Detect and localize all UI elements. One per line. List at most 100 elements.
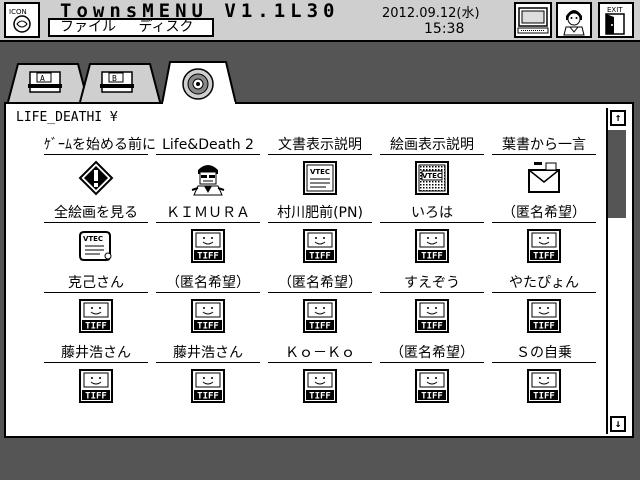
- cd-disc-icon: [182, 68, 214, 100]
- file-item-label: 葉書から一言: [502, 137, 586, 153]
- file-item-label: （匿名希望）: [390, 345, 474, 361]
- tiff-icon[interactable]: TIFF: [414, 298, 450, 334]
- svg-text:B: B: [112, 74, 117, 83]
- file-item-label: 村川肥前(PN): [277, 205, 363, 221]
- vtec-scroll-icon[interactable]: VTEC: [78, 228, 114, 264]
- file-item-label: 文書表示説明: [278, 137, 362, 153]
- vertical-scrollbar[interactable]: ↑ ↓: [606, 108, 626, 434]
- file-item[interactable]: 葉書から一言: [492, 136, 596, 202]
- file-item-label: 藤井浩さん: [61, 345, 131, 361]
- exit-button[interactable]: EXIT: [598, 2, 634, 38]
- svg-text:ICON: ICON: [9, 8, 27, 16]
- file-item-label: 全絵画を見る: [54, 205, 138, 221]
- tiff-icon[interactable]: TIFF: [302, 368, 338, 404]
- floppy-b-icon: B: [100, 71, 134, 93]
- icon-logo-icon: ICON: [9, 8, 31, 33]
- tiff-icon[interactable]: TIFF: [78, 298, 114, 334]
- label-underline: [380, 154, 484, 155]
- scroll-down-arrow-icon[interactable]: ↓: [610, 416, 626, 432]
- user-icon: [563, 10, 585, 36]
- label-underline: [380, 222, 484, 223]
- label-underline: [156, 154, 260, 155]
- file-item[interactable]: すえぞう TIFF: [380, 274, 484, 340]
- tiff-icon[interactable]: TIFF: [526, 228, 562, 264]
- time-display: 15:38: [424, 21, 465, 37]
- label-underline: [156, 292, 260, 293]
- tiff-icon[interactable]: TIFF: [190, 298, 226, 334]
- svg-text:TIFF: TIFF: [197, 322, 219, 332]
- current-path: LIFE_DEATHI ¥: [16, 110, 118, 125]
- svg-text:TIFF: TIFF: [85, 392, 107, 402]
- vtec-picture-icon[interactable]: VTEC: [414, 160, 450, 196]
- label-underline: [492, 362, 596, 363]
- file-item-label: ＫＩＭＵＲＡ: [166, 205, 250, 221]
- tiff-icon[interactable]: TIFF: [190, 228, 226, 264]
- file-item[interactable]: Life&Death 2: [156, 136, 260, 202]
- file-item-label: Ｓの自乗: [516, 345, 572, 361]
- tiff-icon[interactable]: TIFF: [302, 228, 338, 264]
- tiff-icon[interactable]: TIFF: [526, 298, 562, 334]
- file-item-label: いろは: [411, 205, 453, 221]
- icon-menu-button[interactable]: ICON: [4, 2, 40, 38]
- svg-text:TIFF: TIFF: [309, 322, 331, 332]
- label-underline: [268, 292, 372, 293]
- svg-text:A: A: [40, 74, 45, 83]
- file-item[interactable]: Ｓの自乗 TIFF: [492, 344, 596, 410]
- label-underline: [44, 222, 148, 223]
- scrollbar-thumb[interactable]: [608, 130, 626, 218]
- tiff-icon[interactable]: TIFF: [190, 368, 226, 404]
- label-underline: [492, 222, 596, 223]
- tiff-icon[interactable]: TIFF: [302, 298, 338, 334]
- svg-text:TIFF: TIFF: [309, 252, 331, 262]
- file-item[interactable]: Ｋｏ－Ｋｏ TIFF: [268, 344, 372, 410]
- file-item-label: やたぴょん: [509, 275, 579, 291]
- file-item[interactable]: ＫＩＭＵＲＡ TIFF: [156, 204, 260, 270]
- user-button[interactable]: [556, 2, 592, 38]
- vtec-document-icon[interactable]: VTEC: [302, 160, 338, 196]
- tiff-icon[interactable]: TIFF: [526, 368, 562, 404]
- file-item[interactable]: 藤井浩さん TIFF: [156, 344, 260, 410]
- file-item[interactable]: 絵画表示説明 VTEC: [380, 136, 484, 202]
- file-item-label: （匿名希望）: [502, 205, 586, 221]
- tiff-icon[interactable]: TIFF: [414, 368, 450, 404]
- svg-text:TIFF: TIFF: [421, 392, 443, 402]
- svg-text:VTEC: VTEC: [83, 235, 103, 243]
- menu-bar: ファイル ディスク: [48, 18, 214, 37]
- file-item[interactable]: いろは TIFF: [380, 204, 484, 270]
- file-item[interactable]: 文書表示説明 VTEC: [268, 136, 372, 202]
- file-item[interactable]: 克己さん TIFF: [44, 274, 148, 340]
- tab-drive-b[interactable]: B: [78, 60, 162, 104]
- menu-file[interactable]: ファイル: [60, 19, 116, 35]
- tiff-icon[interactable]: TIFF: [414, 228, 450, 264]
- svg-text:TIFF: TIFF: [421, 322, 443, 332]
- label-underline: [380, 292, 484, 293]
- file-item[interactable]: （匿名希望） TIFF: [268, 274, 372, 340]
- scroll-up-arrow-icon[interactable]: ↑: [610, 110, 626, 126]
- file-item-label: すえぞう: [404, 275, 460, 291]
- file-item[interactable]: 村川肥前(PN) TIFF: [268, 204, 372, 270]
- svg-text:EXIT: EXIT: [607, 6, 623, 14]
- doctor-icon[interactable]: [190, 160, 226, 196]
- file-item-label: Ｋｏ－Ｋｏ: [285, 345, 355, 361]
- label-underline: [492, 292, 596, 293]
- postcard-icon[interactable]: [526, 160, 562, 196]
- file-item[interactable]: やたぴょん TIFF: [492, 274, 596, 340]
- file-item[interactable]: （匿名希望） TIFF: [156, 274, 260, 340]
- file-item[interactable]: 全絵画を見る VTEC: [44, 204, 148, 270]
- file-item[interactable]: （匿名希望） TIFF: [492, 204, 596, 270]
- tiff-icon[interactable]: TIFF: [78, 368, 114, 404]
- svg-text:TIFF: TIFF: [533, 252, 555, 262]
- file-item-label: 藤井浩さん: [173, 345, 243, 361]
- computer-button[interactable]: [514, 2, 552, 38]
- menu-disk[interactable]: ディスク: [138, 19, 193, 35]
- tab-drive-cd[interactable]: [160, 58, 240, 104]
- warning-icon[interactable]: [78, 160, 114, 196]
- label-underline: [44, 362, 148, 363]
- file-item[interactable]: （匿名希望） TIFF: [380, 344, 484, 410]
- file-item[interactable]: 藤井浩さん TIFF: [44, 344, 148, 410]
- svg-text:TIFF: TIFF: [197, 392, 219, 402]
- label-underline: [156, 362, 260, 363]
- file-item[interactable]: ｹﾞｰﾑを始める前に: [44, 136, 156, 202]
- file-item-label: 絵画表示説明: [390, 137, 474, 153]
- file-window: LIFE_DEATHI ¥ ｹﾞｰﾑを始める前に Life&Death 2 文書…: [4, 102, 634, 438]
